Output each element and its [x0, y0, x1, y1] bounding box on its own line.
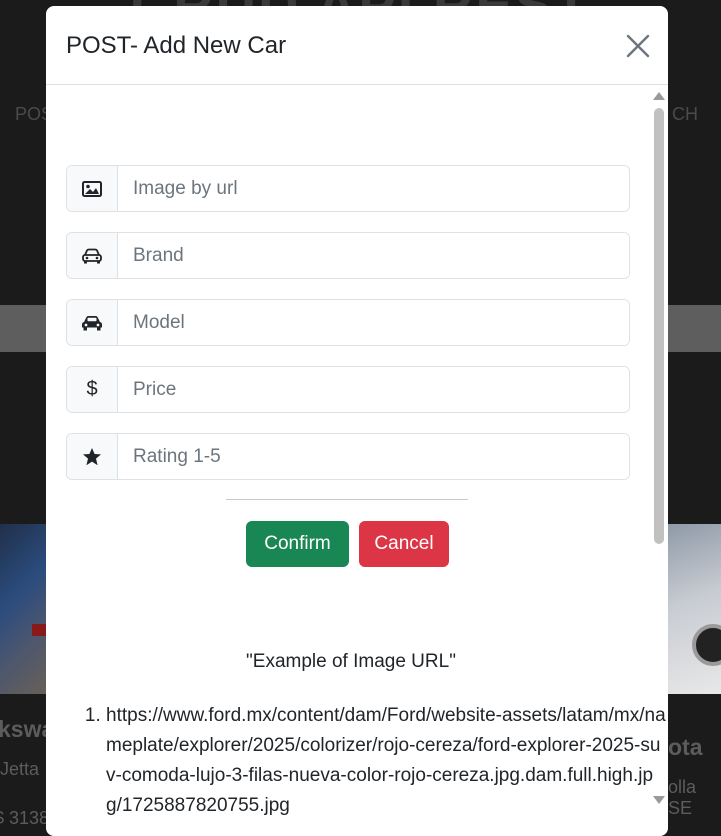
example-url-list: https://www.ford.mx/content/dam/Ford/web… — [82, 701, 666, 815]
image-icon — [67, 166, 118, 211]
modal-title: POST- Add New Car — [66, 32, 287, 59]
cancel-button[interactable]: Cancel — [359, 521, 449, 567]
scroll-thumb[interactable] — [654, 108, 664, 544]
model-group — [66, 299, 630, 346]
nav-item-search: CH — [672, 104, 698, 124]
confirm-button[interactable]: Confirm — [246, 521, 349, 567]
model-input[interactable] — [118, 300, 629, 345]
dollar-icon: $ — [67, 367, 118, 412]
rating-group — [66, 433, 630, 480]
scroll-up-arrow-icon[interactable] — [653, 92, 665, 100]
divider — [226, 499, 468, 500]
car-model-left: Jetta — [0, 759, 40, 779]
add-car-modal: POST- Add New Car Image by url Brand Mod… — [46, 6, 668, 836]
brand-group — [66, 232, 630, 279]
rating-input[interactable] — [118, 434, 629, 479]
image-url-input[interactable] — [118, 166, 629, 211]
star-icon — [67, 434, 118, 479]
example-heading: "Example of Image URL" — [246, 651, 456, 672]
image-url-group — [66, 165, 630, 212]
scroll-down-arrow-icon[interactable] — [653, 796, 665, 804]
car-icon — [67, 300, 118, 345]
car-front-icon — [67, 233, 118, 278]
car-model-right: olla SE — [668, 777, 697, 818]
modal-header: POST- Add New Car — [46, 6, 668, 85]
close-icon — [626, 34, 650, 58]
modal-body: $ Confirm Cancel "Example of Image URL" … — [46, 85, 668, 815]
car-image-right — [668, 524, 721, 694]
close-button[interactable] — [624, 32, 652, 60]
car-brand-right: ota — [668, 734, 703, 760]
car-image-left — [0, 524, 50, 694]
list-item: https://www.ford.mx/content/dam/Ford/web… — [106, 701, 666, 815]
price-group: $ — [66, 366, 630, 413]
price-input[interactable] — [118, 367, 629, 412]
modal-scrollbar[interactable] — [652, 90, 666, 810]
brand-input[interactable] — [118, 233, 629, 278]
